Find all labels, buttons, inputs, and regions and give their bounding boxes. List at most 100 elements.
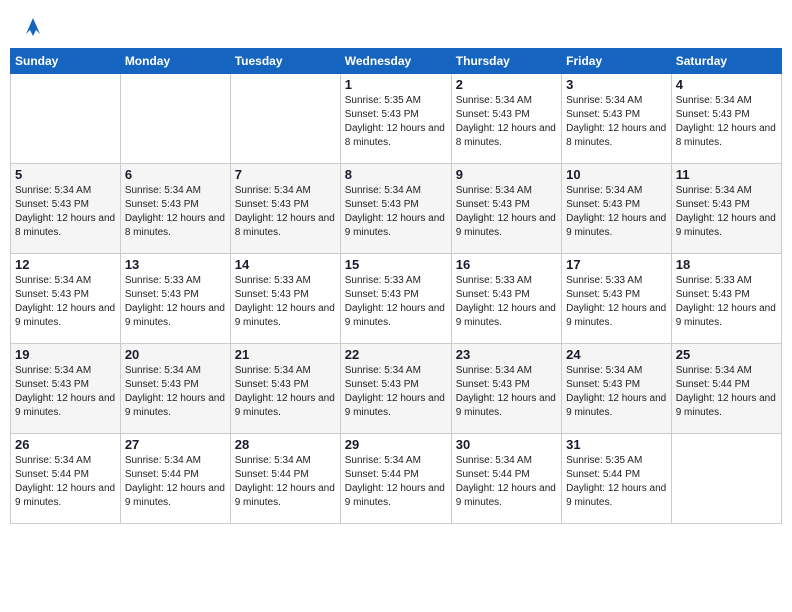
day-info: Sunrise: 5:34 AMSunset: 5:43 PMDaylight:… — [345, 184, 447, 240]
calendar-cell: 22 Sunrise: 5:34 AMSunset: 5:43 PMDayligh… — [340, 344, 451, 434]
calendar-cell: 23 Sunrise: 5:34 AMSunset: 5:43 PMDayligh… — [451, 344, 561, 434]
calendar-cell: 29 Sunrise: 5:34 AMSunset: 5:44 PMDayligh… — [340, 434, 451, 524]
day-number: 17 — [566, 257, 667, 272]
day-info: Sunrise: 5:34 AMSunset: 5:43 PMDaylight:… — [566, 94, 667, 150]
day-info: Sunrise: 5:34 AMSunset: 5:43 PMDaylight:… — [125, 184, 226, 240]
calendar-cell — [11, 74, 121, 164]
calendar-cell: 6 Sunrise: 5:34 AMSunset: 5:43 PMDaylight… — [120, 164, 230, 254]
day-info: Sunrise: 5:34 AMSunset: 5:43 PMDaylight:… — [15, 184, 116, 240]
calendar-cell: 10Sunrise: 5:34 AMSunset: 5:43 PMDayligh… — [562, 164, 672, 254]
calendar-cell: 28 Sunrise: 5:34 AMSunset: 5:44 PMDayligh… — [230, 434, 340, 524]
day-info: Sunrise: 5:34 AMSunset: 5:43 PMDaylight:… — [235, 364, 336, 420]
day-info: Sunrise: 5:34 AMSunset: 5:43 PMDaylight:… — [456, 184, 557, 240]
day-info: Sunrise: 5:34 AMSunset: 5:43 PMDaylight:… — [676, 94, 777, 150]
calendar-week-row: 5Sunrise: 5:34 AMSunset: 5:43 PMDaylight… — [11, 164, 782, 254]
calendar-header-row: SundayMondayTuesdayWednesdayThursdayFrid… — [11, 49, 782, 74]
calendar-week-row: 26 Sunrise: 5:34 AMSunset: 5:44 PMDayligh… — [11, 434, 782, 524]
day-number: 2 — [456, 77, 557, 92]
day-number: 18 — [676, 257, 777, 272]
day-number: 23 — [456, 347, 557, 362]
calendar-cell: 30Sunrise: 5:34 AMSunset: 5:44 PMDayligh… — [451, 434, 561, 524]
page-header — [10, 10, 782, 40]
weekday-header: Friday — [562, 49, 672, 74]
day-number: 26 — [15, 437, 116, 452]
day-info: Sunrise: 5:34 AMSunset: 5:43 PMDaylight:… — [345, 364, 447, 420]
weekday-header: Monday — [120, 49, 230, 74]
day-info: Sunrise: 5:34 AMSunset: 5:43 PMDaylight:… — [15, 274, 116, 330]
calendar-cell — [120, 74, 230, 164]
calendar-cell: 20 Sunrise: 5:34 AMSunset: 5:43 PMDayligh… — [120, 344, 230, 434]
day-info: Sunrise: 5:34 AMSunset: 5:44 PMDaylight:… — [345, 454, 447, 510]
weekday-header: Sunday — [11, 49, 121, 74]
day-number: 31 — [566, 437, 667, 452]
calendar-cell: 31 Sunrise: 5:35 AMSunset: 5:44 PMDayligh… — [562, 434, 672, 524]
calendar-table: SundayMondayTuesdayWednesdayThursdayFrid… — [10, 48, 782, 524]
day-info: Sunrise: 5:35 AMSunset: 5:43 PMDaylight:… — [345, 94, 447, 150]
day-number: 4 — [676, 77, 777, 92]
day-number: 15 — [345, 257, 447, 272]
day-number: 7 — [235, 167, 336, 182]
day-number: 12 — [15, 257, 116, 272]
calendar-cell — [671, 434, 781, 524]
calendar-week-row: 1 Sunrise: 5:35 AMSunset: 5:43 PMDaylight… — [11, 74, 782, 164]
calendar-cell: 25Sunrise: 5:34 AMSunset: 5:44 PMDayligh… — [671, 344, 781, 434]
day-number: 14 — [235, 257, 336, 272]
day-info: Sunrise: 5:34 AMSunset: 5:43 PMDaylight:… — [566, 364, 667, 420]
weekday-header: Thursday — [451, 49, 561, 74]
day-number: 19 — [15, 347, 116, 362]
day-number: 11 — [676, 167, 777, 182]
day-number: 20 — [125, 347, 226, 362]
day-info: Sunrise: 5:34 AMSunset: 5:43 PMDaylight:… — [456, 364, 557, 420]
day-number: 9 — [456, 167, 557, 182]
day-number: 21 — [235, 347, 336, 362]
weekday-header: Saturday — [671, 49, 781, 74]
calendar-cell: 12 Sunrise: 5:34 AMSunset: 5:43 PMDayligh… — [11, 254, 121, 344]
day-info: Sunrise: 5:33 AMSunset: 5:43 PMDaylight:… — [676, 274, 777, 330]
day-info: Sunrise: 5:34 AMSunset: 5:43 PMDaylight:… — [676, 184, 777, 240]
calendar-cell: 16Sunrise: 5:33 AMSunset: 5:43 PMDayligh… — [451, 254, 561, 344]
day-number: 6 — [125, 167, 226, 182]
day-number: 10 — [566, 167, 667, 182]
calendar-cell: 21 Sunrise: 5:34 AMSunset: 5:43 PMDayligh… — [230, 344, 340, 434]
logo-icon — [20, 14, 46, 40]
calendar-cell: 4 Sunrise: 5:34 AMSunset: 5:43 PMDaylight… — [671, 74, 781, 164]
calendar-cell: 26Sunrise: 5:34 AMSunset: 5:44 PMDayligh… — [11, 434, 121, 524]
day-number: 8 — [345, 167, 447, 182]
day-info: Sunrise: 5:33 AMSunset: 5:43 PMDaylight:… — [345, 274, 447, 330]
day-info: Sunrise: 5:33 AMSunset: 5:43 PMDaylight:… — [456, 274, 557, 330]
day-info: Sunrise: 5:33 AMSunset: 5:43 PMDaylight:… — [235, 274, 336, 330]
day-number: 28 — [235, 437, 336, 452]
calendar-cell: 3 Sunrise: 5:34 AMSunset: 5:43 PMDaylight… — [562, 74, 672, 164]
calendar-cell: 15 Sunrise: 5:33 AMSunset: 5:43 PMDayligh… — [340, 254, 451, 344]
calendar-cell: 13 Sunrise: 5:33 AMSunset: 5:43 PMDayligh… — [120, 254, 230, 344]
calendar-cell — [230, 74, 340, 164]
day-number: 1 — [345, 77, 447, 92]
calendar-cell: 14 Sunrise: 5:33 AMSunset: 5:43 PMDayligh… — [230, 254, 340, 344]
day-info: Sunrise: 5:33 AMSunset: 5:43 PMDaylight:… — [566, 274, 667, 330]
calendar-cell: 24Sunrise: 5:34 AMSunset: 5:43 PMDayligh… — [562, 344, 672, 434]
day-number: 29 — [345, 437, 447, 452]
day-number: 13 — [125, 257, 226, 272]
day-info: Sunrise: 5:34 AMSunset: 5:43 PMDaylight:… — [235, 184, 336, 240]
day-number: 22 — [345, 347, 447, 362]
calendar-cell: 8 Sunrise: 5:34 AMSunset: 5:43 PMDaylight… — [340, 164, 451, 254]
calendar-cell: 27Sunrise: 5:34 AMSunset: 5:44 PMDayligh… — [120, 434, 230, 524]
calendar-cell: 1 Sunrise: 5:35 AMSunset: 5:43 PMDaylight… — [340, 74, 451, 164]
calendar-week-row: 19 Sunrise: 5:34 AMSunset: 5:43 PMDayligh… — [11, 344, 782, 434]
calendar-cell: 2 Sunrise: 5:34 AMSunset: 5:43 PMDaylight… — [451, 74, 561, 164]
weekday-header: Tuesday — [230, 49, 340, 74]
logo — [18, 14, 46, 36]
calendar-cell: 17 Sunrise: 5:33 AMSunset: 5:43 PMDayligh… — [562, 254, 672, 344]
day-info: Sunrise: 5:35 AMSunset: 5:44 PMDaylight:… — [566, 454, 667, 510]
day-info: Sunrise: 5:34 AMSunset: 5:43 PMDaylight:… — [125, 364, 226, 420]
calendar-cell: 18 Sunrise: 5:33 AMSunset: 5:43 PMDayligh… — [671, 254, 781, 344]
day-info: Sunrise: 5:34 AMSunset: 5:44 PMDaylight:… — [235, 454, 336, 510]
day-info: Sunrise: 5:34 AMSunset: 5:43 PMDaylight:… — [456, 94, 557, 150]
day-number: 3 — [566, 77, 667, 92]
weekday-header: Wednesday — [340, 49, 451, 74]
day-info: Sunrise: 5:33 AMSunset: 5:43 PMDaylight:… — [125, 274, 226, 330]
day-info: Sunrise: 5:34 AMSunset: 5:44 PMDaylight:… — [676, 364, 777, 420]
day-info: Sunrise: 5:34 AMSunset: 5:44 PMDaylight:… — [125, 454, 226, 510]
calendar-cell: 11 Sunrise: 5:34 AMSunset: 5:43 PMDayligh… — [671, 164, 781, 254]
calendar-cell: 7 Sunrise: 5:34 AMSunset: 5:43 PMDaylight… — [230, 164, 340, 254]
